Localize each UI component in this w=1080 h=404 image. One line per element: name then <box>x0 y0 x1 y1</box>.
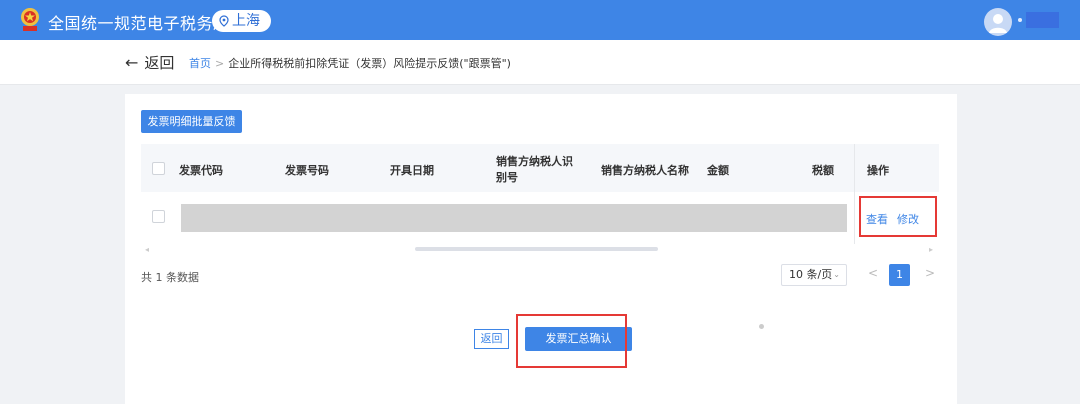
back-link-label: 返回 <box>144 54 175 72</box>
breadcrumb-home[interactable]: 首页 <box>189 57 211 70</box>
emblem-icon <box>21 8 39 31</box>
invoice-table: 发票代码 发票号码 开具日期 销售方纳税人识别号 销售方纳税人名称 金额 税额 … <box>141 144 939 256</box>
scroll-left-icon[interactable]: ◂ <box>145 245 149 254</box>
column-header: 税额 <box>812 164 834 177</box>
select-all-checkbox[interactable] <box>152 162 165 175</box>
app-title: 全国统一规范电子税务局 <box>48 14 230 33</box>
table-row: 查看 修改 <box>141 192 939 244</box>
horizontal-scrollbar[interactable]: ◂ ▸ <box>141 245 939 254</box>
page-size-select[interactable]: 10 条/页 ⌄ <box>781 264 847 286</box>
region-selector[interactable]: 上海 <box>212 10 271 32</box>
column-header: 销售方纳税人识别号 <box>496 155 573 184</box>
column-header: 发票号码 <box>285 164 329 177</box>
region-label: 上海 <box>232 13 260 29</box>
user-avatar-icon[interactable] <box>984 8 1012 36</box>
breadcrumb: 首页 > 企业所得税税前扣除凭证（发票）风险提示反馈("跟票管") <box>189 55 511 71</box>
chevron-down-icon: ⌄ <box>833 270 840 279</box>
column-header: 开具日期 <box>390 164 434 177</box>
column-header: 操作 <box>867 164 889 177</box>
scroll-right-icon[interactable]: ▸ <box>929 245 933 254</box>
location-pin-icon <box>219 15 229 27</box>
decorative-dot <box>759 324 764 329</box>
redacted-row-data <box>181 204 847 232</box>
sub-header: ← 返回 首页 > 企业所得税税前扣除凭证（发票）风险提示反馈("跟票管") <box>0 40 1080 85</box>
breadcrumb-current: 企业所得税税前扣除凭证（发票）风险提示反馈("跟票管") <box>228 57 511 70</box>
scrollbar-thumb[interactable] <box>415 247 658 251</box>
highlight-box-confirm <box>516 314 627 368</box>
user-name-redacted[interactable] <box>1026 12 1059 28</box>
arrow-left-icon: ← <box>125 53 139 72</box>
highlight-box-actions <box>859 196 937 237</box>
total-count: 共 1 条数据 <box>141 271 199 284</box>
page-number-current[interactable]: 1 <box>889 264 910 286</box>
table-header: 发票代码 发票号码 开具日期 销售方纳税人识别号 销售方纳税人名称 金额 税额 … <box>141 144 939 192</box>
batch-feedback-button[interactable]: 发票明细批量反馈 <box>141 110 242 133</box>
back-button[interactable]: 返回 <box>474 329 509 349</box>
prev-page-button[interactable]: < <box>868 266 878 280</box>
back-link[interactable]: ← 返回 <box>125 52 174 73</box>
row-checkbox[interactable] <box>152 210 165 223</box>
column-divider <box>854 144 855 244</box>
next-page-button[interactable]: > <box>925 266 935 280</box>
breadcrumb-separator: > <box>215 57 225 70</box>
column-header: 销售方纳税人名称 <box>601 164 689 177</box>
column-header: 金额 <box>707 164 729 177</box>
user-status-dot <box>1018 18 1022 22</box>
top-bar: 全国统一规范电子税务局 上海 <box>0 0 1080 40</box>
column-header: 发票代码 <box>179 164 223 177</box>
page-size-value: 10 条/页 <box>789 268 833 281</box>
